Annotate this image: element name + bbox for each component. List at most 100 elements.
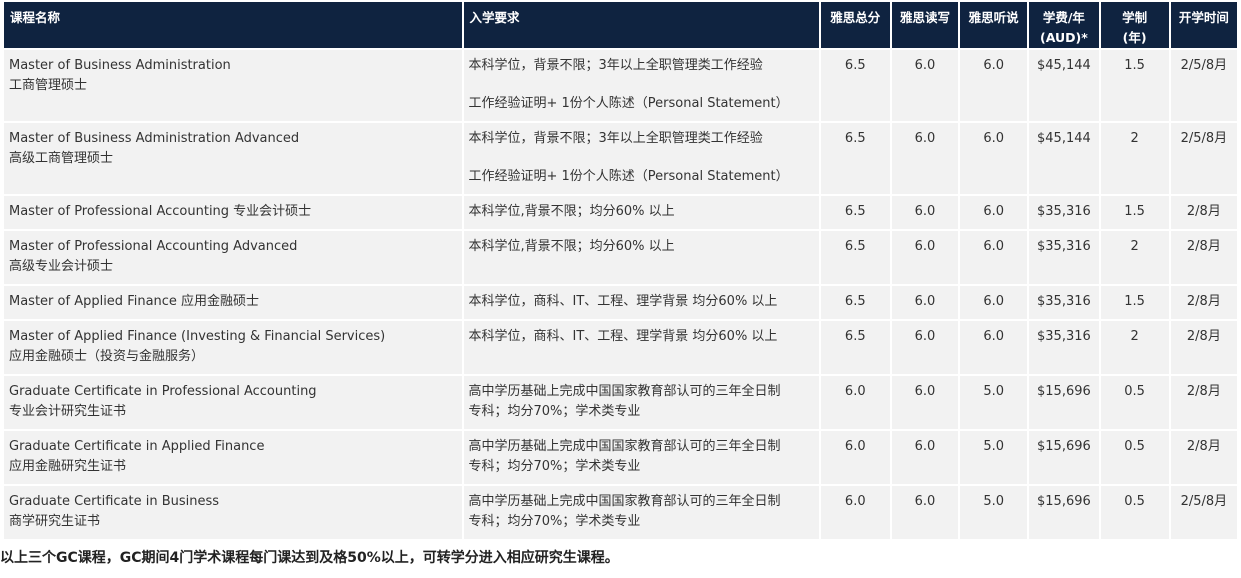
header-label: 学费/年 bbox=[1042, 10, 1085, 25]
table-row: Master of Applied Finance 应用金融硕士 本科学位，商科、… bbox=[4, 286, 1237, 319]
course-name-cell: Graduate Certificate in Professional Acc… bbox=[4, 376, 462, 429]
tuition-fee-cell: $15,696 bbox=[1029, 486, 1099, 539]
ielts-ls-cell: 5.0 bbox=[960, 431, 1028, 484]
header-ielts-overall: 雅思总分 bbox=[820, 2, 890, 48]
course-name-cell-line: Graduate Certificate in Business bbox=[9, 494, 220, 509]
course-table: 课程名称 入学要求 雅思总分 雅思读写 雅思听说 学费/年 (AUD)* 学制 (年) 开学时间 … bbox=[2, 0, 1239, 541]
course-name-cell: Master of Applied Finance (Investing & F… bbox=[4, 321, 462, 374]
course-name-cell: Master of Business Administration 工商管理硕士 bbox=[4, 50, 462, 121]
header-ielts-listening-speaking: 雅思听说 bbox=[960, 2, 1028, 48]
ielts-ls-cell: 5.0 bbox=[960, 486, 1028, 539]
requirements-cell-line: 工作经验证明+ 1份个人陈述（Personal Statement） bbox=[468, 96, 789, 111]
requirements-cell-line: 专科；均分70%；学术类专业 bbox=[468, 459, 641, 474]
course-name-cell-line: Master of Business Administration bbox=[9, 58, 231, 73]
course-name-cell-line: Master of Applied Finance (Investing & F… bbox=[9, 329, 386, 344]
tuition-fee-cell: $15,696 bbox=[1029, 376, 1099, 429]
ielts-ls-cell: 6.0 bbox=[960, 286, 1028, 319]
requirements-cell: 本科学位,背景不限；均分60% 以上 bbox=[463, 231, 819, 284]
table-row: Master of Applied Finance (Investing & F… bbox=[4, 321, 1237, 374]
course-name-cell-line: Master of Professional Accounting Advanc… bbox=[9, 239, 298, 254]
ielts-ls-cell: 6.0 bbox=[960, 321, 1028, 374]
ielts-overall-cell: 6.5 bbox=[820, 196, 890, 229]
ielts-rw-cell: 6.0 bbox=[891, 431, 959, 484]
requirements-cell: 本科学位，商科、IT、工程、理学背景 均分60% 以上 bbox=[463, 286, 819, 319]
header-label: 课程名称 bbox=[10, 10, 61, 25]
requirements-cell-line: 高中学历基础上完成中国国家教育部认可的三年全日制 bbox=[468, 384, 781, 399]
course-name-cell-line: Graduate Certificate in Professional Acc… bbox=[9, 384, 317, 399]
header-tuition-fee: 学费/年 (AUD)* bbox=[1029, 2, 1099, 48]
tuition-fee-cell: $35,316 bbox=[1029, 196, 1099, 229]
tuition-fee-cell: $35,316 bbox=[1029, 286, 1099, 319]
duration-cell: 2 bbox=[1100, 231, 1169, 284]
duration-cell: 1.5 bbox=[1100, 196, 1169, 229]
intake-cell: 2/5/8月 bbox=[1170, 486, 1237, 539]
intake-cell: 2/8月 bbox=[1170, 321, 1237, 374]
ielts-rw-cell: 6.0 bbox=[891, 231, 959, 284]
intake-cell: 2/5/8月 bbox=[1170, 50, 1237, 121]
table-body: Master of Business Administration 工商管理硕士本… bbox=[4, 50, 1237, 539]
table-row: Graduate Certificate in Applied Finance 应… bbox=[4, 431, 1237, 484]
requirements-cell-line: 高中学历基础上完成中国国家教育部认可的三年全日制 bbox=[468, 494, 781, 509]
requirements-cell-line: 本科学位,背景不限；均分60% 以上 bbox=[468, 204, 675, 219]
duration-cell: 1.5 bbox=[1100, 286, 1169, 319]
tuition-fee-cell: $15,696 bbox=[1029, 431, 1099, 484]
course-name-cell-line: Graduate Certificate in Applied Finance bbox=[9, 439, 265, 454]
requirements-cell-line: 工作经验证明+ 1份个人陈述（Personal Statement） bbox=[468, 169, 789, 184]
header-intake: 开学时间 bbox=[1170, 2, 1237, 48]
table-row: Master of Business Administration Advanc… bbox=[4, 123, 1237, 194]
intake-cell: 2/8月 bbox=[1170, 231, 1237, 284]
requirements-cell: 本科学位，背景不限；3年以上全职管理类工作经验 工作经验证明+ 1份个人陈述（Pe… bbox=[463, 123, 819, 194]
course-name-cell: Graduate Certificate in Business 商学研究生证书 bbox=[4, 486, 462, 539]
requirements-cell-line: 本科学位，商科、IT、工程、理学背景 均分60% 以上 bbox=[468, 329, 778, 344]
requirements-cell-line: 高中学历基础上完成中国国家教育部认可的三年全日制 bbox=[468, 439, 781, 454]
header-label: 入学要求 bbox=[469, 10, 520, 25]
ielts-overall-cell: 6.5 bbox=[820, 50, 890, 121]
intake-cell: 2/5/8月 bbox=[1170, 123, 1237, 194]
tuition-fee-cell: $35,316 bbox=[1029, 231, 1099, 284]
course-name-cell-line: Master of Applied Finance 应用金融硕士 bbox=[9, 294, 260, 309]
requirements-cell-line: 本科学位，背景不限；3年以上全职管理类工作经验 bbox=[468, 58, 763, 73]
requirements-cell: 高中学历基础上完成中国国家教育部认可的三年全日制 专科；均分70%；学术类专业 bbox=[463, 431, 819, 484]
intake-cell: 2/8月 bbox=[1170, 196, 1237, 229]
course-name-cell: Graduate Certificate in Applied Finance 应… bbox=[4, 431, 462, 484]
intake-cell: 2/8月 bbox=[1170, 286, 1237, 319]
header-label: 雅思听说 bbox=[968, 10, 1019, 25]
course-name-cell-line: 专业会计研究生证书 bbox=[9, 404, 127, 419]
ielts-overall-cell: 6.5 bbox=[820, 286, 890, 319]
ielts-rw-cell: 6.0 bbox=[891, 321, 959, 374]
header-duration: 学制 (年) bbox=[1100, 2, 1169, 48]
duration-cell: 0.5 bbox=[1100, 486, 1169, 539]
requirements-cell: 本科学位，背景不限；3年以上全职管理类工作经验工作经验证明+ 1份个人陈述（Pe… bbox=[463, 50, 819, 121]
header-course-name: 课程名称 bbox=[4, 2, 462, 48]
header-entry-requirements: 入学要求 bbox=[463, 2, 819, 48]
course-name-cell: Master of Business Administration Advanc… bbox=[4, 123, 462, 194]
header-label: 雅思总分 bbox=[830, 10, 881, 25]
intake-cell: 2/8月 bbox=[1170, 431, 1237, 484]
course-name-cell-line: 应用金融研究生证书 bbox=[9, 459, 127, 474]
tuition-fee-cell: $35,316 bbox=[1029, 321, 1099, 374]
course-name-cell-line: Master of Business Administration Advanc… bbox=[9, 131, 300, 146]
course-name-cell-line: 高级工商管理硕士 bbox=[9, 151, 114, 166]
ielts-ls-cell: 6.0 bbox=[960, 231, 1028, 284]
ielts-ls-cell: 6.0 bbox=[960, 196, 1028, 229]
duration-cell: 0.5 bbox=[1100, 376, 1169, 429]
intake-cell: 2/8月 bbox=[1170, 376, 1237, 429]
header-label: (AUD)* bbox=[1040, 30, 1088, 45]
course-name-cell-line: Master of Professional Accounting 专业会计硕士 bbox=[9, 204, 312, 219]
table-row: Master of Professional Accounting Advanc… bbox=[4, 231, 1237, 284]
ielts-rw-cell: 6.0 bbox=[891, 196, 959, 229]
ielts-rw-cell: 6.0 bbox=[891, 376, 959, 429]
header-row: 课程名称 入学要求 雅思总分 雅思读写 雅思听说 学费/年 (AUD)* 学制 (年) 开学时间 bbox=[4, 2, 1237, 48]
ielts-overall-cell: 6.5 bbox=[820, 123, 890, 194]
course-name-cell: Master of Professional Accounting Advanc… bbox=[4, 231, 462, 284]
course-name-cell-line: 高级专业会计硕士 bbox=[9, 259, 114, 274]
ielts-overall-cell: 6.0 bbox=[820, 486, 890, 539]
requirements-cell-line: 专科；均分70%；学术类专业 bbox=[468, 514, 641, 529]
ielts-ls-cell: 6.0 bbox=[960, 50, 1028, 121]
requirements-cell: 本科学位，商科、IT、工程、理学背景 均分60% 以上 bbox=[463, 321, 819, 374]
ielts-overall-cell: 6.0 bbox=[820, 376, 890, 429]
table-row: Graduate Certificate in Business 商学研究生证书 高… bbox=[4, 486, 1237, 539]
course-name-cell-line: 应用金融硕士（投资与金融服务） bbox=[9, 349, 205, 364]
course-name-cell: Master of Professional Accounting 专业会计硕士 bbox=[4, 196, 462, 229]
